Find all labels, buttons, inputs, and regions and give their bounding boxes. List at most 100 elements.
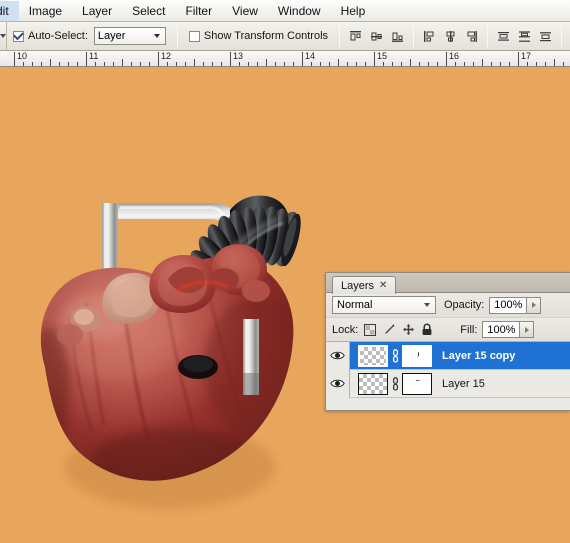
- lock-image-pixels-icon[interactable]: [382, 323, 396, 337]
- ruler-minor-tick: [428, 62, 429, 66]
- menu-bar: dit Image Layer Select Filter View Windo…: [0, 0, 570, 22]
- align-horizontal-centers-icon[interactable]: [441, 27, 460, 46]
- ruler-minor-tick: [248, 62, 249, 66]
- menu-item-edit[interactable]: dit: [0, 0, 19, 21]
- divider: [413, 25, 415, 47]
- table-row[interactable]: Layer 15 copy: [326, 341, 570, 370]
- ruler-minor-tick: [410, 59, 411, 66]
- lock-all-icon[interactable]: [420, 323, 434, 337]
- opacity-label: Opacity:: [444, 299, 485, 311]
- ruler-minor-tick: [68, 62, 69, 66]
- ruler-label: 10: [17, 51, 28, 61]
- divider: [339, 25, 341, 47]
- ruler-label: 15: [377, 51, 388, 61]
- ruler-minor-tick: [185, 62, 186, 66]
- ruler-minor-tick: [32, 62, 33, 66]
- menu-item-image[interactable]: Image: [19, 1, 72, 21]
- align-right-edges-icon[interactable]: [462, 27, 481, 46]
- opacity-input[interactable]: 100%: [489, 296, 528, 314]
- ruler-minor-tick: [392, 62, 393, 66]
- menu-item-help[interactable]: Help: [331, 1, 376, 21]
- fill-input[interactable]: 100%: [482, 321, 521, 338]
- ruler-minor-tick: [455, 62, 456, 66]
- layer-mask-link-toggle[interactable]: [388, 342, 402, 370]
- options-bar: Auto-Select: Layer Show Transform Contro…: [0, 22, 570, 51]
- layer-thumbnail[interactable]: [358, 372, 388, 395]
- ruler-minor-tick: [365, 62, 366, 66]
- layer-mask-thumbnail[interactable]: [402, 372, 432, 395]
- lock-transparent-pixels-icon[interactable]: [363, 323, 377, 337]
- chevron-right-icon: [531, 302, 536, 308]
- layer-thumbnail[interactable]: [358, 344, 388, 367]
- align-vertical-centers-icon[interactable]: [367, 27, 386, 46]
- layer-mask-link-toggle[interactable]: [388, 370, 402, 398]
- tab-layers-label: Layers: [341, 279, 375, 292]
- blend-mode-value: Normal: [337, 299, 373, 311]
- distribute-bottom-edges-icon[interactable]: [536, 27, 555, 46]
- ruler-minor-tick: [194, 59, 195, 66]
- ruler-minor-tick: [329, 62, 330, 66]
- layer-name[interactable]: Layer 15: [442, 378, 485, 390]
- ruler-label: 16: [449, 51, 460, 61]
- ruler-minor-tick: [545, 62, 546, 66]
- ruler-minor-tick: [203, 62, 204, 66]
- ruler-minor-tick: [311, 62, 312, 66]
- fill-label: Fill:: [460, 323, 478, 336]
- opacity-slider-button[interactable]: [527, 296, 542, 314]
- ruler-label: 14: [305, 51, 316, 61]
- layer-visibility-toggle[interactable]: [326, 341, 350, 370]
- distribute-top-edges-icon[interactable]: [494, 27, 513, 46]
- distribute-vertical-centers-icon[interactable]: [515, 27, 534, 46]
- layer-name[interactable]: Layer 15 copy: [442, 350, 515, 362]
- tool-preset-picker[interactable]: [0, 22, 7, 50]
- ruler-minor-tick: [275, 62, 276, 66]
- auto-select-label: Auto-Select:: [28, 30, 88, 42]
- menu-item-select[interactable]: Select: [122, 1, 175, 21]
- table-row[interactable]: Layer 15: [326, 369, 570, 398]
- show-transform-controls-checkbox[interactable]: [188, 30, 200, 42]
- layers-panel[interactable]: Layers ✕ Normal Opacity: 100% Lock: Fill…: [325, 272, 570, 411]
- eye-icon: [330, 351, 345, 360]
- ruler-minor-tick: [113, 62, 114, 66]
- ruler-minor-tick: [23, 62, 24, 66]
- panel-tab-row: Layers ✕: [326, 273, 570, 294]
- ruler-minor-tick: [41, 62, 42, 66]
- lock-position-icon[interactable]: [401, 323, 415, 337]
- ruler-minor-tick: [257, 62, 258, 66]
- ruler-minor-tick: [536, 62, 537, 66]
- menu-item-view[interactable]: View: [222, 1, 268, 21]
- ruler-minor-tick: [356, 62, 357, 66]
- ruler-minor-tick: [131, 62, 132, 66]
- auto-select-target-dropdown[interactable]: Layer: [93, 27, 166, 45]
- ruler-minor-tick: [527, 62, 528, 66]
- ruler-minor-tick: [122, 59, 123, 66]
- menu-item-layer[interactable]: Layer: [72, 1, 122, 21]
- canvas-area[interactable]: Layers ✕ Normal Opacity: 100% Lock: Fill…: [0, 67, 570, 543]
- ruler-minor-tick: [383, 62, 384, 66]
- align-left-edges-icon[interactable]: [420, 27, 439, 46]
- horizontal-ruler: 10 11 12 13 14 15 16 17: [0, 51, 570, 67]
- layer-list: Layer 15 copy Layer 15: [326, 341, 570, 398]
- align-top-edges-icon[interactable]: [346, 27, 365, 46]
- eye-icon: [330, 379, 345, 388]
- layer-mask-thumbnail[interactable]: [402, 344, 432, 367]
- blend-mode-dropdown[interactable]: Normal: [332, 296, 436, 314]
- ruler-minor-tick: [176, 62, 177, 66]
- divider: [487, 25, 489, 47]
- blend-opacity-row: Normal Opacity: 100%: [326, 293, 570, 317]
- ruler-minor-tick: [77, 62, 78, 66]
- ruler-minor-tick: [491, 62, 492, 66]
- menu-item-filter[interactable]: Filter: [175, 1, 222, 21]
- ruler-minor-tick: [419, 62, 420, 66]
- ruler-minor-tick: [221, 62, 222, 66]
- ruler-minor-tick: [95, 62, 96, 66]
- fill-slider-button[interactable]: [520, 321, 535, 338]
- close-icon[interactable]: ✕: [379, 280, 387, 291]
- layer-visibility-toggle[interactable]: [326, 369, 350, 398]
- menu-item-window[interactable]: Window: [268, 1, 331, 21]
- link-icon: [392, 376, 398, 391]
- align-bottom-edges-icon[interactable]: [388, 27, 407, 46]
- ruler-minor-tick: [50, 59, 51, 66]
- auto-select-checkbox[interactable]: [13, 30, 24, 42]
- tab-layers[interactable]: Layers ✕: [332, 276, 397, 294]
